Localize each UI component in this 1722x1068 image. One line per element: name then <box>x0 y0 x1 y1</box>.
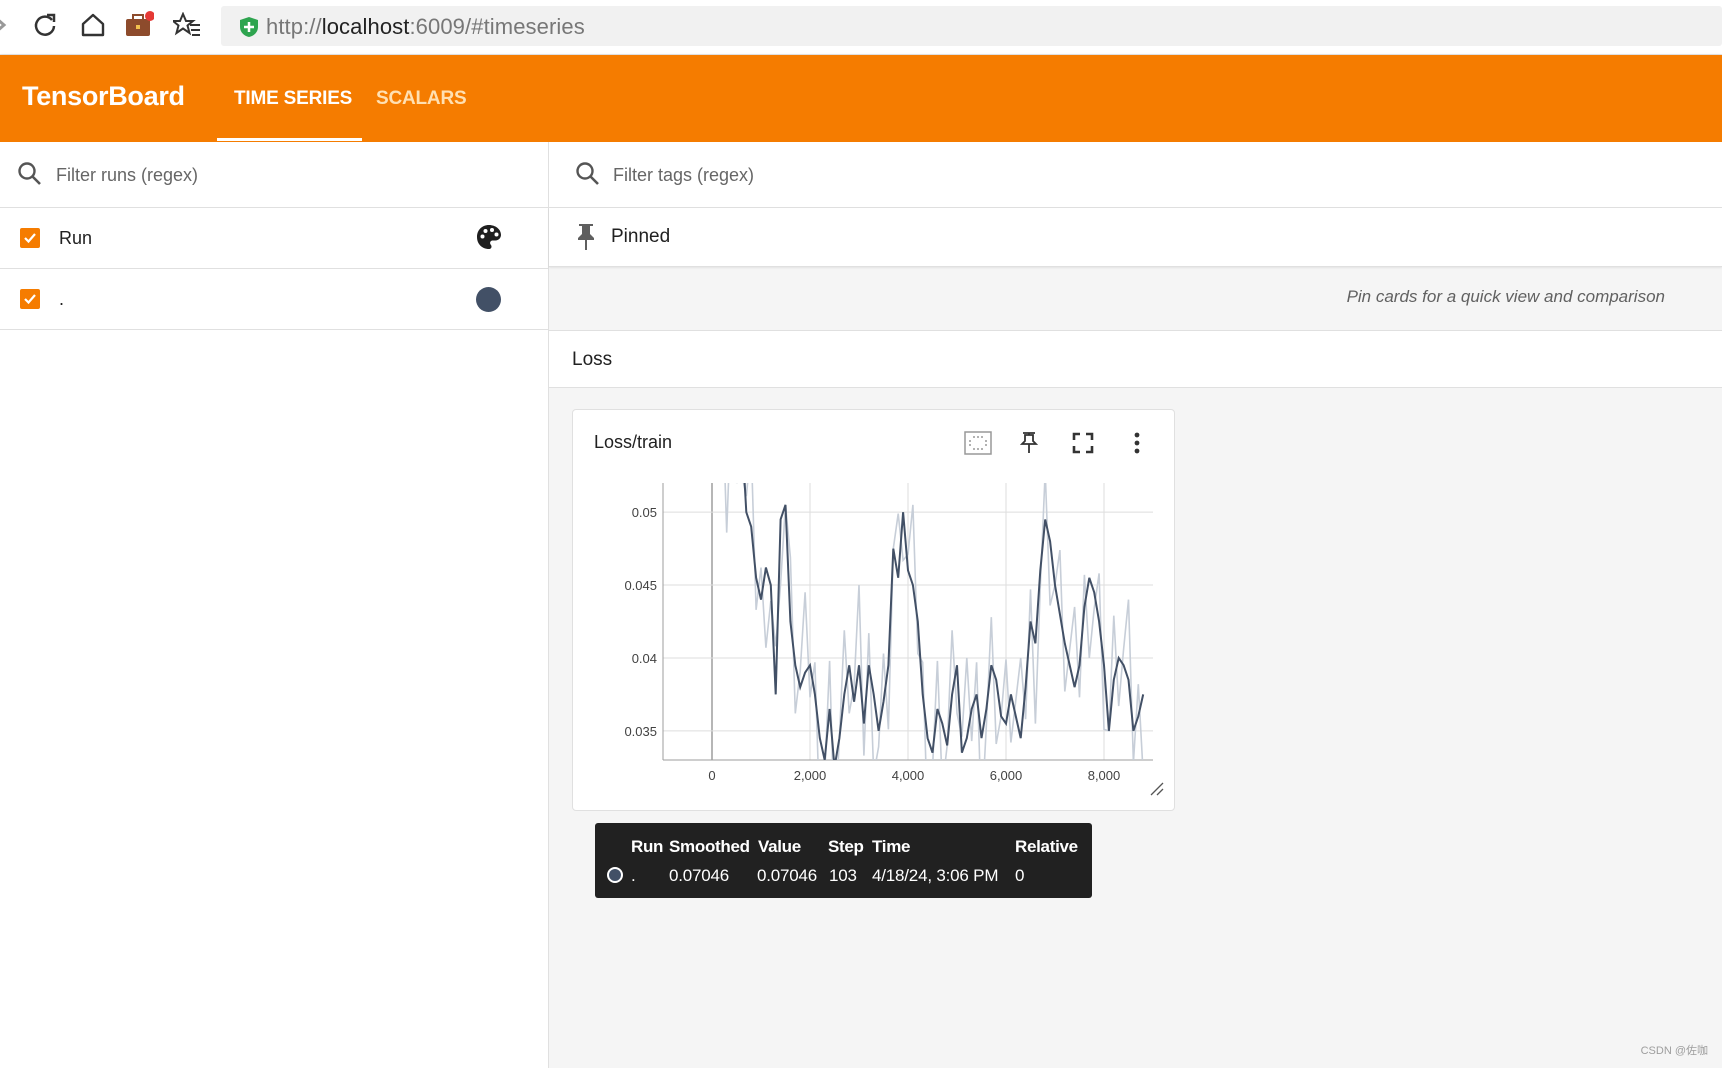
x-tick-label: 0 <box>708 768 715 783</box>
extension-icon[interactable] <box>124 10 154 40</box>
card-title: Loss/train <box>594 432 673 452</box>
bookmarks-icon[interactable] <box>172 10 202 40</box>
tooltip-header-relative: Relative <box>1015 837 1078 856</box>
url-suffix: :6009/#timeseries <box>409 14 585 39</box>
search-icon <box>575 161 601 192</box>
tags-filter-input[interactable] <box>611 160 1415 190</box>
run-checkbox-all[interactable] <box>20 228 40 248</box>
watermark: CSDN @佐咖 <box>1640 1045 1708 1057</box>
forward-icon[interactable] <box>0 10 18 40</box>
pin-card-icon[interactable] <box>979 428 1009 458</box>
fullscreen-icon[interactable] <box>1068 428 1098 458</box>
x-tick-label: 2,000 <box>794 768 827 783</box>
runs-sidebar: Run . <box>0 142 549 1068</box>
tooltip-step: 103 <box>829 866 857 885</box>
tooltip-header-run: Run <box>631 837 664 856</box>
tooltip-time: 4/18/24, 3:06 PM <box>872 866 999 885</box>
more-options-icon[interactable] <box>1122 428 1152 458</box>
loss-group-header[interactable]: Loss <box>549 330 1722 388</box>
x-tick-label: 8,000 <box>1088 768 1121 783</box>
y-tick-label: 0.04 <box>632 651 657 666</box>
runs-filter-input[interactable] <box>54 160 498 190</box>
y-tick-label: 0.045 <box>624 578 657 593</box>
tooltip-relative: 0 <box>1015 866 1025 885</box>
run-row[interactable]: . <box>0 269 548 330</box>
home-icon[interactable] <box>78 10 108 40</box>
run-color-swatch[interactable] <box>476 287 501 312</box>
pin-icon <box>574 222 598 257</box>
tooltip-header-value: Value <box>758 837 801 856</box>
pinned-label: Pinned <box>611 226 671 247</box>
active-tab-indicator <box>217 138 362 141</box>
group-label: Loss <box>572 349 613 370</box>
x-tick-label: 6,000 <box>990 768 1023 783</box>
scalar-card: Loss/train 0 2,000 4,000 6,000 8,000 0.035 0.0… <box>572 409 1175 811</box>
app-logo[interactable]: TensorBoard <box>22 81 185 112</box>
x-tick-label: 4,000 <box>892 768 925 783</box>
resize-handle-icon <box>1150 782 1164 796</box>
pin-hint: Pin cards for a quick view and compariso… <box>1346 287 1665 306</box>
y-tick-label: 0.05 <box>632 505 657 520</box>
tooltip-run-dot <box>607 867 623 883</box>
tags-filter-row <box>549 142 1722 208</box>
pinned-section-header: Pinned <box>549 208 1722 267</box>
secure-shield-icon <box>239 16 259 43</box>
tab-scalars[interactable]: SCALARS <box>376 88 467 110</box>
url-text[interactable]: http://localhost:6009/#timeseries <box>266 14 585 40</box>
tooltip-header-step: Step <box>828 837 864 856</box>
palette-icon[interactable] <box>475 223 503 256</box>
url-host: localhost <box>321 14 410 39</box>
reload-icon[interactable] <box>30 10 60 40</box>
run-label: Run <box>59 228 93 248</box>
app-header: TensorBoard TIME SERIES SCALARS <box>0 55 1722 142</box>
main-panel: Pinned Pin cards for a quick view and co… <box>549 142 1722 1068</box>
y-tick-label: 0.035 <box>624 724 657 739</box>
tooltip-header-time: Time <box>872 837 911 856</box>
tooltip-smoothed: 0.07046 <box>669 866 730 885</box>
url-prefix: http:// <box>266 14 322 39</box>
loss-chart[interactable]: 0 2,000 4,000 6,000 8,000 0.035 0.04 0.045 0.05 <box>573 460 1174 810</box>
series-line <box>735 483 1145 760</box>
chart-tooltip: Run Smoothed Value Step Time Relative . … <box>595 823 1092 898</box>
tooltip-header-smoothed: Smoothed <box>669 837 750 856</box>
run-name: . <box>59 289 65 309</box>
tooltip-value: 0.07046 <box>757 866 818 885</box>
run-checkbox[interactable] <box>20 289 40 309</box>
tooltip-run: . <box>631 866 636 885</box>
runs-filter-row <box>0 142 548 208</box>
address-bar[interactable]: http://localhost:6009/#timeseries <box>221 6 1722 46</box>
pin-button-icon[interactable] <box>1014 428 1044 458</box>
browser-toolbar: http://localhost:6009/#timeseries <box>0 0 1722 55</box>
search-icon <box>17 161 43 192</box>
run-row-header[interactable]: Run <box>0 208 548 269</box>
tab-time-series[interactable]: TIME SERIES <box>234 88 352 110</box>
